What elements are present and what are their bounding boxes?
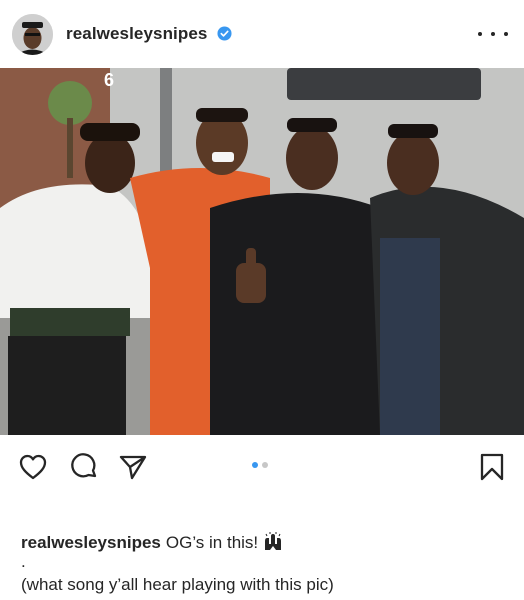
- heart-icon[interactable]: [18, 452, 48, 482]
- post-header: realwesleysnipes: [0, 0, 524, 68]
- raised-hands-emoji-icon: [265, 532, 282, 550]
- avatar[interactable]: [12, 14, 53, 55]
- carousel-indicator: [252, 462, 268, 468]
- caption: realwesleysnipes OG’s in this!: [21, 532, 284, 553]
- verified-badge-icon: [217, 26, 232, 41]
- more-options-icon[interactable]: [478, 26, 508, 42]
- svg-text:6: 6: [104, 70, 114, 90]
- post-username[interactable]: realwesleysnipes: [66, 24, 207, 44]
- caption-text: OG’s in this!: [165, 533, 259, 552]
- carousel-dot-active: [252, 462, 258, 468]
- carousel-dot: [262, 462, 268, 468]
- avatar-image: [12, 14, 53, 55]
- bookmark-icon[interactable]: [477, 452, 507, 482]
- caption-username[interactable]: realwesleysnipes: [21, 533, 161, 552]
- comment-icon[interactable]: [69, 452, 99, 482]
- caption-line-2: (what song y’all hear playing with this …: [21, 575, 334, 594]
- post-photo[interactable]: 6: [0, 68, 524, 435]
- share-icon[interactable]: [118, 452, 148, 482]
- caption-separator: .: [21, 552, 26, 571]
